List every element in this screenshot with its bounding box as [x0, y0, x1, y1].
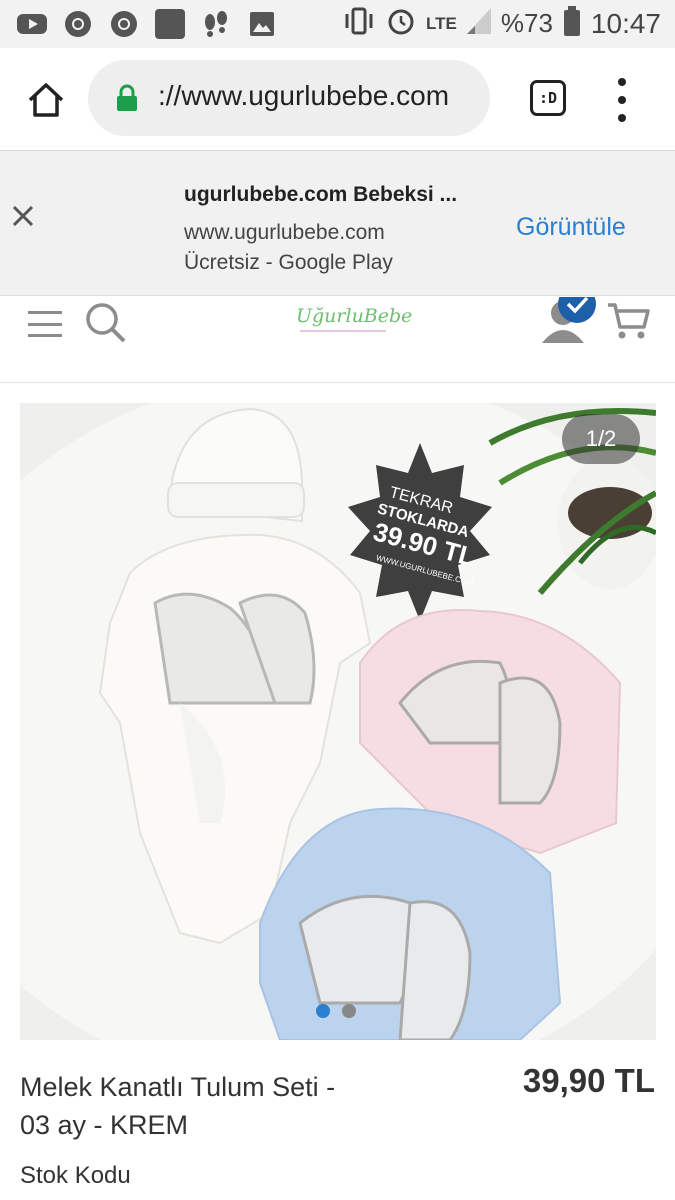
menu-dot-icon	[618, 96, 626, 104]
status-bar: LTE %73 10:47	[0, 0, 675, 48]
vibrate-icon	[342, 6, 376, 41]
chrome-icon	[108, 8, 140, 40]
system-icons: LTE %73 10:47	[342, 6, 661, 41]
app-icon	[154, 8, 186, 40]
site-header: UğurluBebe	[0, 297, 675, 383]
youtube-icon	[16, 8, 48, 40]
footsteps-icon	[200, 8, 232, 40]
product-title: Melek Kanatlı Tulum Seti - 03 ay - KREM	[20, 1072, 336, 1140]
signal-icon	[466, 8, 491, 39]
carousel-dot[interactable]	[342, 1004, 356, 1018]
hamburger-menu-button[interactable]	[28, 311, 62, 337]
notification-icons	[16, 8, 278, 40]
check-badge-icon	[558, 297, 596, 323]
overflow-menu-button[interactable]	[612, 78, 632, 122]
product-image[interactable]: TEKRAR STOKLARDA 39.90 TL WWW.UGURLUBEBE…	[20, 403, 656, 1040]
battery-icon	[563, 6, 581, 41]
network-type: LTE	[426, 13, 457, 33]
cart-icon[interactable]	[606, 301, 650, 341]
battery-percent: %73	[500, 8, 553, 38]
stock-code-label: Stok Kodu	[20, 1162, 131, 1189]
lock-icon	[116, 84, 138, 112]
menu-dot-icon	[618, 114, 626, 122]
close-icon	[12, 205, 34, 227]
product-price: 39,90 TL	[522, 1062, 655, 1099]
clock: 10:47	[590, 7, 661, 39]
logo-tagline	[300, 329, 386, 335]
alarm-icon	[386, 6, 416, 41]
banner-subtitle: Ücretsiz - Google Play	[184, 251, 393, 274]
app-install-banner: ugurlubebe.com Bebeksi ... www.ugurlubeb…	[0, 150, 675, 296]
url-text: ://www.ugurlubebe.com	[158, 80, 450, 111]
address-bar[interactable]: ://www.ugurlubebe.com	[88, 60, 490, 136]
home-button[interactable]	[24, 78, 68, 122]
close-button[interactable]	[10, 203, 36, 229]
image-counter: 1/2	[562, 414, 640, 464]
tab-switcher-button[interactable]: :D	[530, 80, 566, 116]
search-icon[interactable]	[84, 301, 128, 345]
menu-dot-icon	[618, 78, 626, 86]
image-icon	[246, 8, 278, 40]
site-logo[interactable]: UğurluBebe	[296, 305, 412, 327]
banner-url: www.ugurlubebe.com	[184, 221, 385, 244]
banner-title: ugurlubebe.com Bebeksi ...	[184, 183, 458, 206]
home-icon	[28, 83, 64, 117]
view-app-button[interactable]: Görüntüle	[516, 213, 626, 242]
carousel-dot-active[interactable]	[316, 1004, 330, 1018]
chrome-icon	[62, 8, 94, 40]
browser-toolbar: ://www.ugurlubebe.com :D	[0, 48, 675, 150]
carousel-dots	[316, 1004, 356, 1018]
